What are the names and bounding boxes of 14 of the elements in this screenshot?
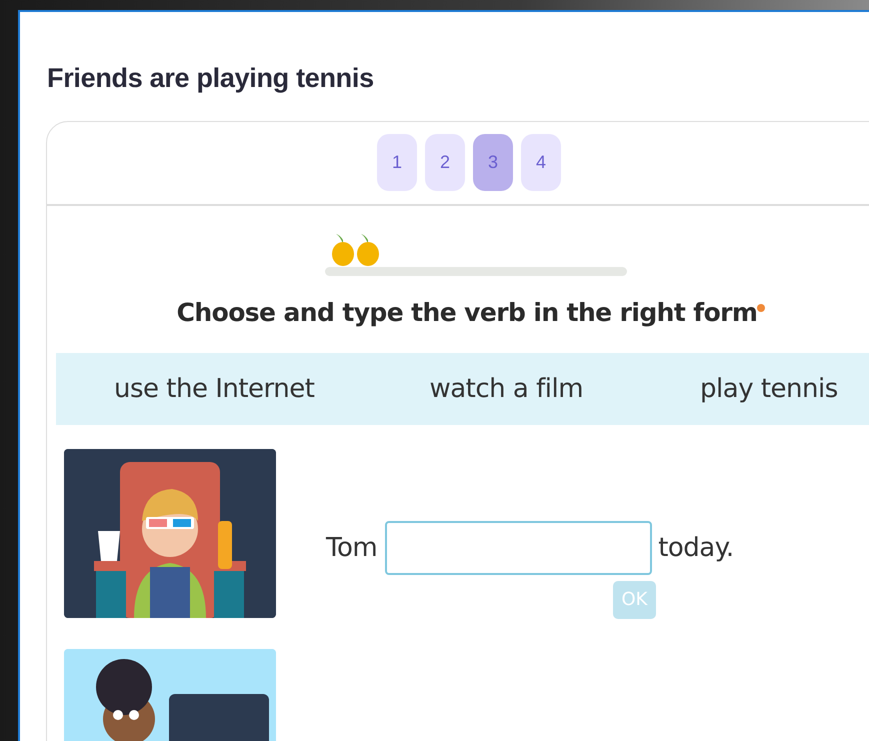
sentence-end: today.	[658, 532, 734, 564]
page-button[interactable]: 3	[473, 134, 513, 191]
page-button[interactable]: 2	[425, 134, 465, 191]
instruction-text: Choose and type the verb in the right form	[20, 294, 869, 331]
page-button[interactable]: 4	[521, 134, 561, 191]
required-dot-icon	[757, 304, 766, 312]
word-option: play tennis	[700, 370, 838, 408]
answer-field[interactable]	[385, 521, 652, 575]
word-option: watch a film	[429, 370, 584, 408]
sentence-start: Tom	[326, 532, 378, 564]
fruits-icon	[331, 232, 380, 266]
word-option: use the Internet	[114, 370, 314, 408]
page-button[interactable]: 1	[377, 134, 417, 191]
exercise-title: Friends are playing tennis	[47, 62, 375, 95]
